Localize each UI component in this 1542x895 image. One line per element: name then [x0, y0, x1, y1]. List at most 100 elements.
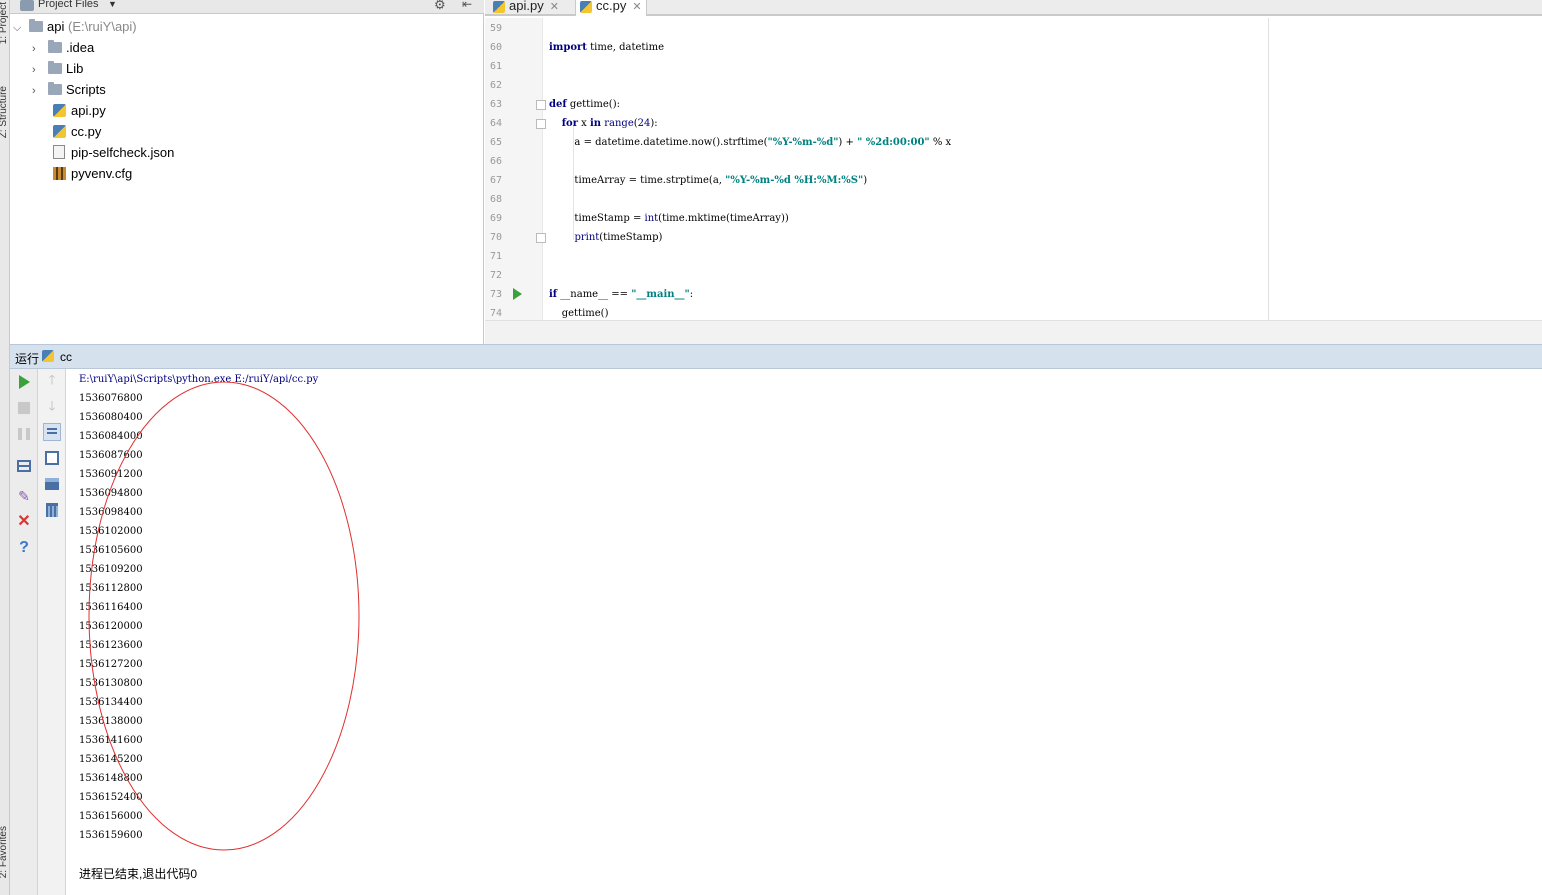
console-output-line: 1536098400 [79, 507, 143, 518]
line-number: 68 [490, 194, 503, 205]
scroll-to-end-button[interactable] [43, 449, 61, 467]
folder-icon [48, 40, 62, 53]
layout-icon [17, 460, 31, 472]
code-line[interactable]: a = datetime.datetime.now().strftime("%Y… [549, 137, 951, 148]
console-output-line: 1536148800 [79, 773, 143, 784]
run-panel-header: 运行 cc [10, 344, 1542, 369]
stop-button[interactable] [15, 399, 33, 417]
tab-project-vertical[interactable]: 1: Project [0, 2, 9, 44]
close-icon[interactable]: ✕ [632, 1, 641, 13]
chevron-right-icon[interactable]: › [32, 39, 48, 60]
tree-item-path: (E:\ruiY\api) [67, 19, 137, 34]
code-line[interactable]: print(timeStamp) [549, 232, 662, 243]
tab-favorites-vertical[interactable]: 2: Favorites [0, 826, 9, 878]
soft-wrap-button[interactable] [43, 423, 61, 441]
console-output-line: 1536145200 [79, 754, 143, 765]
code-line[interactable]: if __name__ == "__main__": [549, 289, 693, 300]
code-token: if [549, 289, 558, 300]
json-file-icon [53, 145, 65, 159]
code-token: def [549, 99, 567, 110]
pin-tab-button[interactable]: ✎ [15, 487, 33, 505]
tree-item-lib[interactable]: › Lib [32, 58, 83, 79]
console-output-line: 1536130800 [79, 678, 143, 689]
run-toolbar-secondary: 🡑 🡓 [38, 369, 66, 895]
console-output-line: 1536116400 [79, 602, 143, 613]
pause-button[interactable] [15, 425, 33, 443]
code-line[interactable]: def gettime(): [549, 99, 620, 110]
tree-item-idea[interactable]: › .idea [32, 37, 94, 58]
close-icon[interactable]: ✕ [550, 1, 559, 13]
horizontal-scrollbar[interactable] [485, 320, 1542, 344]
pause-icon [18, 428, 30, 440]
tree-item-pyvenv[interactable]: pyvenv.cfg [53, 163, 132, 184]
console-output-line: 1536134400 [79, 697, 143, 708]
tab-api-py[interactable]: api.py ✕ [489, 0, 571, 16]
code-token: int [644, 213, 659, 224]
tree-item-api-py[interactable]: api.py [53, 100, 106, 121]
fold-marker-icon[interactable] [536, 100, 546, 110]
rerun-button[interactable] [15, 373, 33, 391]
previous-occurrence-button[interactable]: 🡑 [43, 371, 61, 389]
editor-tab-bar: api.py ✕ cc.py ✕ [485, 0, 1542, 16]
python-file-icon [42, 350, 54, 362]
code-line[interactable]: timeArray = time.strptime(a, "%Y-%m-%d %… [549, 175, 867, 186]
chevron-down-icon[interactable]: ⌵ [13, 18, 29, 39]
line-number: 72 [490, 270, 503, 281]
hide-panel-icon[interactable]: ⇤ [462, 0, 472, 11]
code-line[interactable]: import time, datetime [549, 42, 664, 53]
code-line[interactable]: for x in range(24): [549, 118, 658, 129]
chevron-right-icon[interactable]: › [32, 60, 48, 81]
line-number: 64 [490, 118, 503, 129]
gear-icon[interactable]: ⚙ [434, 0, 446, 13]
right-margin-guide [1268, 18, 1269, 320]
console-output-line: 1536084000 [79, 431, 143, 442]
restore-layout-button[interactable] [15, 457, 33, 475]
code-line[interactable]: gettime() [549, 308, 609, 319]
fold-marker-icon[interactable] [536, 119, 546, 129]
console-output-line: 1536109200 [79, 564, 143, 575]
tree-item-label: .idea [66, 40, 95, 55]
next-occurrence-button[interactable]: 🡓 [43, 397, 61, 415]
project-panel-header: Project Files ▼ ⚙ ⇤ [10, 0, 484, 14]
line-number: 67 [490, 175, 503, 186]
console-output-line: 1536091200 [79, 469, 143, 480]
line-number: 65 [490, 137, 503, 148]
arrow-down-icon: 🡓 [48, 398, 56, 413]
console-output-line: 1536138000 [79, 716, 143, 727]
line-number: 74 [490, 308, 503, 319]
code-token: "__main__" [631, 289, 690, 300]
console-command-line: E:\ruiY\api\Scripts\python.exe E:/ruiY/a… [79, 374, 319, 385]
tree-item-label: pyvenv.cfg [71, 166, 133, 181]
chevron-right-icon[interactable]: › [32, 81, 48, 102]
tab-cc-py[interactable]: cc.py ✕ [575, 0, 647, 16]
run-config-tab[interactable]: cc [60, 350, 72, 364]
code-token: import [549, 42, 587, 53]
console-output-line: 1536123600 [79, 640, 143, 651]
help-button[interactable]: ? [15, 539, 33, 557]
console-output[interactable]: E:\ruiY\api\Scripts\python.exe E:/ruiY/a… [67, 369, 1542, 895]
close-run-button[interactable]: ✕ [15, 513, 33, 531]
clear-all-button[interactable] [43, 501, 61, 519]
code-token: 24 [637, 118, 651, 129]
console-output-line: 1536156000 [79, 811, 143, 822]
tree-item-api[interactable]: ⌵ api (E:\ruiY\api) [13, 16, 137, 37]
console-output-line: 1536127200 [79, 659, 143, 670]
fold-marker-icon[interactable] [536, 233, 546, 243]
code-token: in [589, 118, 602, 129]
line-number: 62 [490, 80, 503, 91]
tab-structure-vertical[interactable]: Z: Structure [0, 86, 9, 138]
project-view-selector[interactable]: Project Files [38, 0, 99, 10]
code-token: "%Y-%m-%d %H:%M:%S" [725, 175, 864, 186]
print-button[interactable] [43, 475, 61, 493]
tree-item-pip-selfcheck[interactable]: pip-selfcheck.json [53, 142, 174, 163]
code-editor: api.py ✕ cc.py ✕ 59 60 61 62 63 64 65 66 6… [485, 0, 1542, 344]
run-gutter-icon[interactable] [513, 288, 522, 300]
line-number: 66 [490, 156, 503, 167]
tree-item-cc-py[interactable]: cc.py [53, 121, 101, 142]
chevron-down-icon[interactable]: ▼ [108, 0, 117, 9]
tree-item-scripts[interactable]: › Scripts [32, 79, 106, 100]
console-output-line: 1536102000 [79, 526, 143, 537]
code-line[interactable]: timeStamp = int(time.mktime(timeArray)) [549, 213, 788, 224]
config-file-icon [53, 167, 66, 180]
tab-label: cc.py [596, 0, 627, 13]
